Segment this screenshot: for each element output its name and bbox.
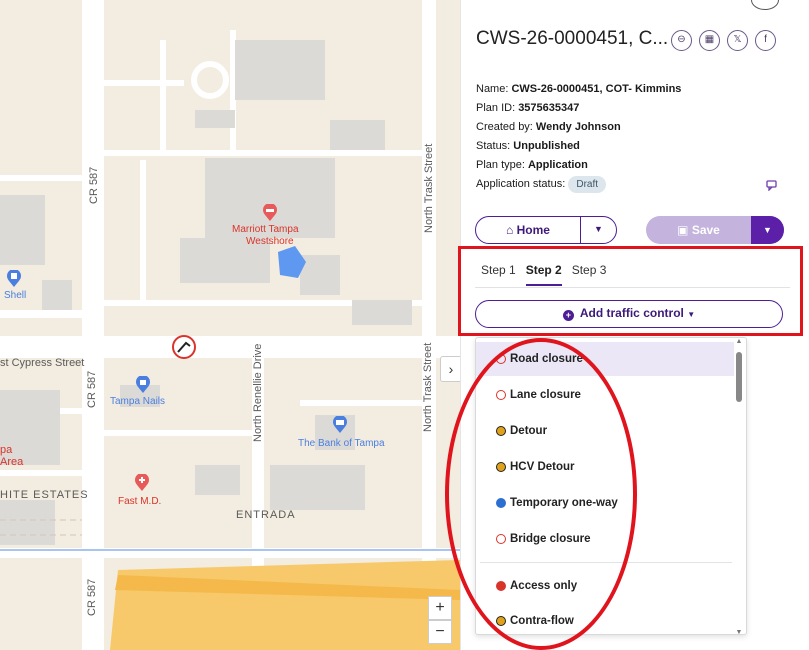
menu-item-label: Contra-flow xyxy=(510,615,574,627)
hotel-pin-icon[interactable] xyxy=(262,204,278,222)
meta-label: Plan ID: xyxy=(476,102,519,114)
save-label: Save xyxy=(691,223,720,237)
detour-icon xyxy=(496,426,506,436)
meta-label: Created by: xyxy=(476,121,536,133)
x-social-icon[interactable]: 𝕏 xyxy=(727,30,748,51)
menu-item-lane-closure[interactable]: Lane closure xyxy=(476,378,734,412)
tabs-divider xyxy=(475,287,790,288)
menu-item-label: HCV Detour xyxy=(510,461,575,473)
tab-step-3[interactable]: Step 3 xyxy=(572,263,607,286)
plan-panel: CWS-26-0000451, C... ⊖ ▦ 𝕏 f Name: CWS-2… xyxy=(460,0,809,650)
street-label-cr587: CR 587 xyxy=(86,578,98,616)
poi-label-tampa-nails: Tampa Nails xyxy=(110,396,166,407)
chevron-down-icon: ▼ xyxy=(687,310,696,319)
lane-closure-icon xyxy=(496,390,506,400)
save-button[interactable]: ▣ Save xyxy=(646,223,751,237)
plan-type: Application xyxy=(527,159,588,171)
menu-item-hcv-detour[interactable]: HCV Detour xyxy=(476,450,734,484)
add-traffic-control-label: Add traffic control xyxy=(579,306,684,320)
street-label-cr587: CR 587 xyxy=(86,370,98,408)
home-icon: ⌂ xyxy=(506,223,517,237)
menu-item-label: Detour xyxy=(510,425,548,437)
link-icon[interactable]: ⊖ xyxy=(671,30,692,51)
poi-label-marriott: Westshore xyxy=(246,236,294,247)
plan-status: Unpublished xyxy=(513,140,580,152)
home-button[interactable]: ⌂ Home xyxy=(476,223,580,237)
menu-item-label: Access only xyxy=(510,580,578,592)
scrollbar-thumb[interactable] xyxy=(736,352,742,402)
menu-item-label: Lane closure xyxy=(510,389,581,401)
street-label-cr587: CR 587 xyxy=(88,166,100,204)
menu-item-label: Bridge closure xyxy=(510,533,591,545)
step-tabs: Step 1 Step 2 Step 3 xyxy=(481,263,606,286)
street-label-cypress: st Cypress Street xyxy=(0,357,85,369)
area-label: Area xyxy=(0,456,24,468)
home-dropdown-chevron-icon[interactable]: ▼ xyxy=(580,217,616,243)
meta-label: Name: xyxy=(476,83,512,95)
panel-close-icon[interactable] xyxy=(751,0,779,10)
one-way-icon xyxy=(496,498,506,508)
hcv-detour-icon xyxy=(496,462,506,472)
add-traffic-control-button[interactable]: + Add traffic control ▼ xyxy=(475,300,783,328)
road-closure-icon xyxy=(496,354,506,364)
area-label: pa xyxy=(0,444,13,456)
street-label-north-trask: North Trask Street xyxy=(423,143,435,233)
plan-name: CWS-26-0000451, COT- Kimmins xyxy=(511,83,682,95)
menu-item-label: Road closure xyxy=(510,353,583,365)
home-label: Home xyxy=(516,223,550,237)
menu-item-road-closure[interactable]: Road closure xyxy=(476,342,734,376)
area-label-entrada: ENTRADA xyxy=(236,509,296,521)
gas-station-pin-icon[interactable] xyxy=(6,270,22,288)
shopping-pin-icon[interactable] xyxy=(135,376,151,394)
scroll-down-icon[interactable]: ▼ xyxy=(734,629,744,634)
street-label-north-trask: North Trask Street xyxy=(422,342,434,432)
status-badge: Draft xyxy=(568,176,607,193)
meta-label: Application status: xyxy=(476,178,569,190)
tab-step-2[interactable]: Step 2 xyxy=(525,263,562,286)
meta-label: Status: xyxy=(476,140,514,152)
poi-label-fast-md: Fast M.D. xyxy=(118,496,162,507)
menu-scrollbar[interactable]: ▲ ▼ xyxy=(734,338,744,634)
menu-item-detour[interactable]: Detour xyxy=(476,414,734,448)
map-canvas[interactable]: CR 587 CR 587 CR 587 North Trask Street … xyxy=(0,0,460,650)
plan-id: 3575635347 xyxy=(518,102,580,114)
share-icons: ⊖ ▦ 𝕏 f xyxy=(671,30,776,51)
plan-meta: Name: CWS-26-0000451, COT- Kimmins Plan … xyxy=(476,80,681,194)
menu-item-access-only[interactable]: Access only xyxy=(476,569,734,603)
facebook-icon[interactable]: f xyxy=(755,30,776,51)
area-label-estates: HITE ESTATES xyxy=(0,489,89,501)
medical-pin-icon[interactable] xyxy=(134,474,150,492)
scroll-up-icon[interactable]: ▲ xyxy=(734,338,744,345)
zoom-out-button[interactable]: − xyxy=(428,620,452,644)
poi-label-shell: Shell xyxy=(4,290,27,301)
menu-divider xyxy=(480,562,732,563)
poi-label-bank: The Bank of Tampa xyxy=(298,438,385,449)
plus-circle-icon: + xyxy=(562,310,574,321)
contra-flow-icon xyxy=(496,616,506,626)
save-button-group: ▣ Save ▼ xyxy=(646,216,784,244)
poi-label-marriott: Marriott Tampa xyxy=(232,224,299,235)
home-button-group: ⌂ Home ▼ xyxy=(475,216,617,244)
bank-pin-icon[interactable] xyxy=(332,416,348,434)
save-icon: ▣ xyxy=(677,223,692,237)
menu-item-label: Temporary one-way xyxy=(510,497,618,509)
bridge-closure-icon xyxy=(496,534,506,544)
map-base xyxy=(0,0,460,650)
menu-item-temporary-one-way[interactable]: Temporary one-way xyxy=(476,486,734,520)
tab-step-1[interactable]: Step 1 xyxy=(481,263,516,286)
panel-collapse-button[interactable]: › xyxy=(440,356,462,382)
zoom-in-button[interactable]: + xyxy=(428,596,452,620)
created-by: Wendy Johnson xyxy=(535,121,621,133)
street-label-north-renellie: North Renellie Drive xyxy=(252,343,264,442)
access-only-icon xyxy=(496,581,506,591)
traffic-control-menu: Road closure Lane closure Detour HCV Det… xyxy=(475,337,747,635)
comment-icon[interactable] xyxy=(766,180,777,194)
meta-label: Plan type: xyxy=(476,159,528,171)
save-dropdown-chevron-icon[interactable]: ▼ xyxy=(751,216,784,244)
qr-code-icon[interactable]: ▦ xyxy=(699,30,720,51)
menu-item-bridge-closure[interactable]: Bridge closure xyxy=(476,522,734,556)
menu-item-contra-flow[interactable]: Contra-flow xyxy=(476,604,734,634)
plan-title: CWS-26-0000451, C... xyxy=(476,28,669,49)
